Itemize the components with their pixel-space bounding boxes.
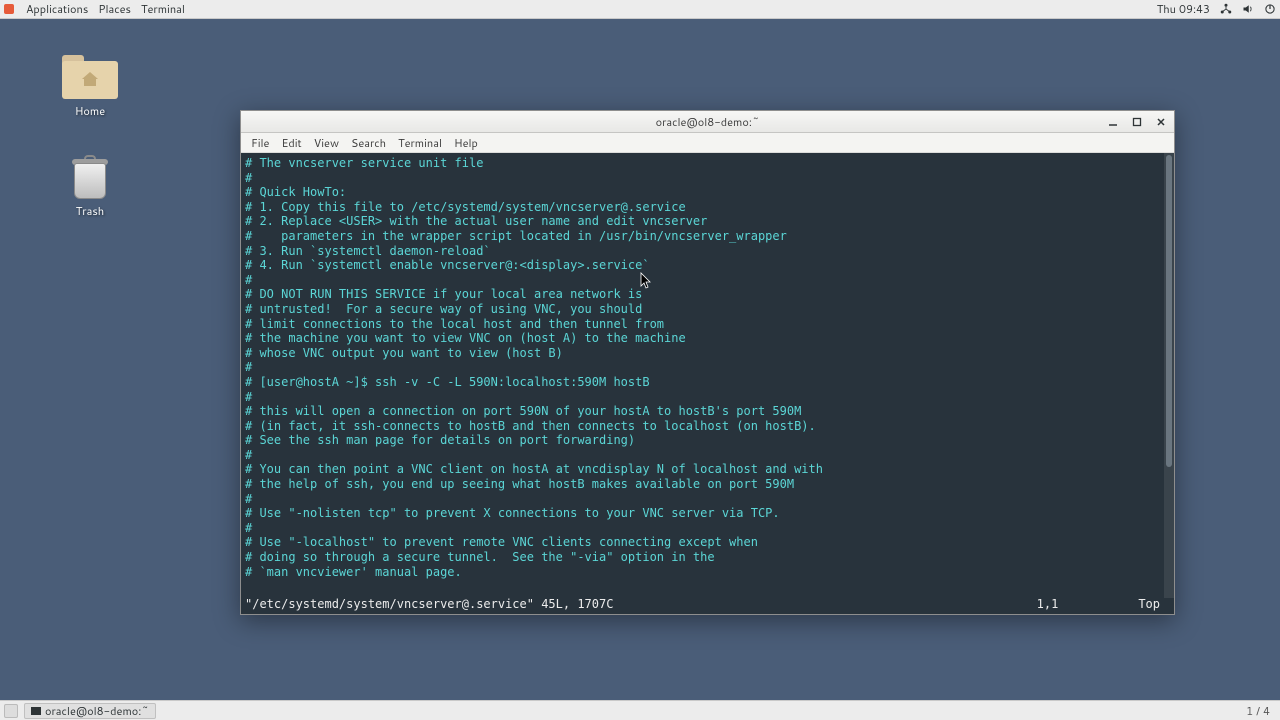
terminal-scrollbar[interactable] [1164, 153, 1174, 598]
trash-icon [72, 155, 108, 199]
desktop-icon-home-label: Home [50, 103, 130, 119]
panel-right-group: Thu 09:43 [1157, 1, 1276, 17]
desktop-icon-trash-label: Trash [50, 203, 130, 219]
window-title: oracle@ol8-demo:~ [241, 114, 1174, 130]
vim-status-pos: Top [1138, 597, 1160, 612]
vim-status-file: "/etc/systemd/system/vncserver@.service"… [245, 597, 613, 612]
menu-help[interactable]: Help [454, 135, 478, 151]
terminal-icon [31, 707, 41, 715]
terminal-window: oracle@ol8-demo:~ File Edit View Search … [240, 110, 1175, 615]
panel-left-group: Applications Places Terminal [4, 1, 185, 17]
menu-file[interactable]: File [251, 135, 269, 151]
desktop-icon-home[interactable]: Home [50, 55, 130, 119]
taskbar-entry-terminal[interactable]: oracle@ol8-demo:~ [24, 703, 156, 719]
network-icon[interactable] [1220, 3, 1232, 15]
vim-status-cursor: 1,1 [1037, 597, 1059, 612]
menu-edit[interactable]: Edit [281, 135, 301, 151]
window-maximize-button[interactable] [1128, 115, 1146, 129]
window-minimize-button[interactable] [1104, 115, 1122, 129]
terminal-content[interactable]: # The vncserver service unit file # # Qu… [241, 153, 1174, 614]
system-top-panel: Applications Places Terminal Thu 09:43 [0, 0, 1280, 19]
window-close-button[interactable] [1152, 115, 1170, 129]
panel-menu-terminal[interactable]: Terminal [141, 1, 185, 17]
show-desktop-button[interactable] [4, 704, 18, 718]
vim-status-line: "/etc/systemd/system/vncserver@.service"… [245, 597, 1160, 612]
terminal-scrollbar-thumb[interactable] [1166, 155, 1172, 467]
distro-icon [4, 4, 14, 14]
mouse-pointer-icon [640, 272, 652, 290]
terminal-menubar: File Edit View Search Terminal Help [241, 133, 1174, 153]
panel-clock[interactable]: Thu 09:43 [1157, 1, 1210, 17]
menu-search[interactable]: Search [351, 135, 386, 151]
volume-icon[interactable] [1242, 3, 1254, 15]
menu-view[interactable]: View [314, 135, 339, 151]
folder-icon [62, 55, 118, 99]
menu-terminal[interactable]: Terminal [398, 135, 442, 151]
desktop-icon-trash[interactable]: Trash [50, 155, 130, 219]
panel-menu-places[interactable]: Places [98, 1, 131, 17]
window-titlebar[interactable]: oracle@ol8-demo:~ [241, 111, 1174, 133]
window-buttons [1104, 115, 1170, 129]
workspace-indicator[interactable]: 1 / 4 [1246, 703, 1276, 719]
panel-menu-applications[interactable]: Applications [26, 1, 88, 17]
power-icon[interactable] [1264, 3, 1276, 15]
taskbar-entry-label: oracle@ol8-demo:~ [45, 703, 149, 719]
window-list-panel: oracle@ol8-demo:~ 1 / 4 [0, 700, 1280, 720]
